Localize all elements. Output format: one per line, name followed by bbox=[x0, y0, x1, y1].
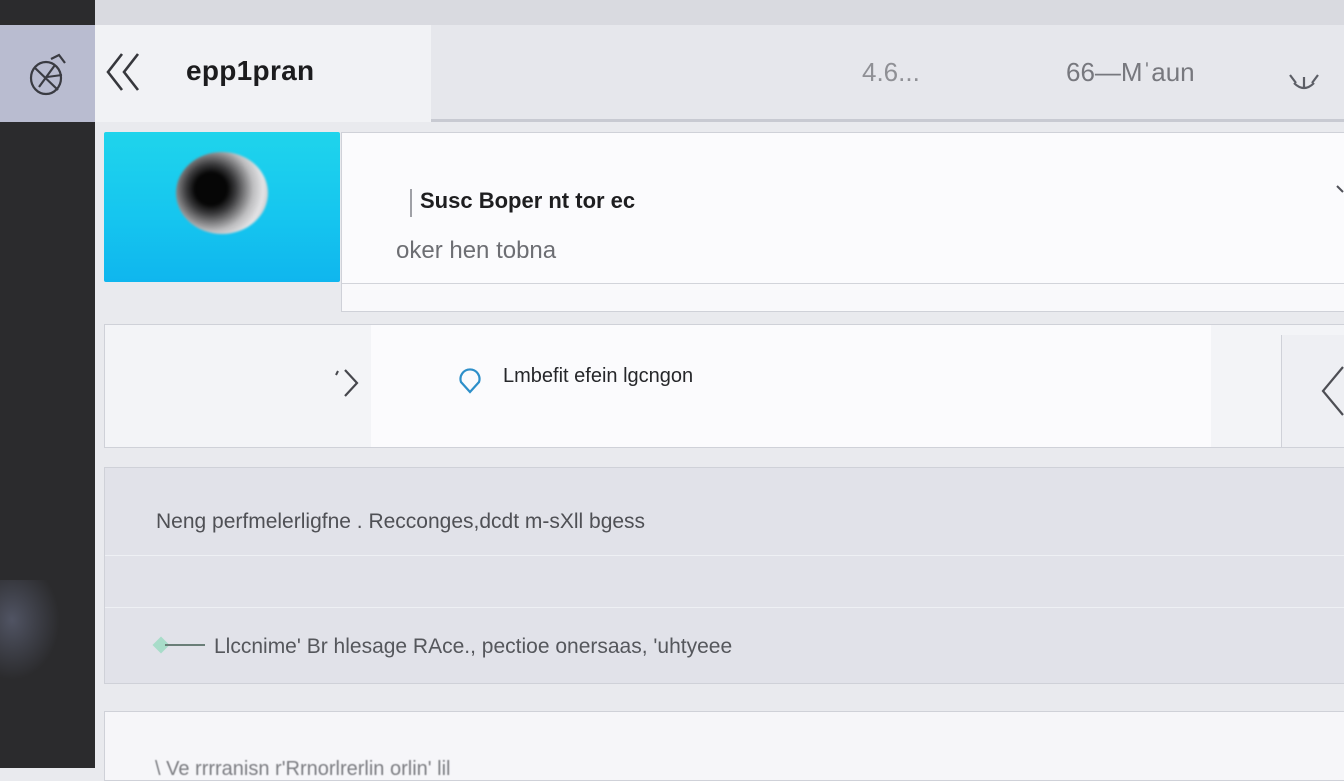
card-location[interactable]: Lmbefit efein lgcngon bbox=[104, 324, 1344, 448]
thumbnail-image bbox=[176, 152, 268, 234]
map-pin-icon bbox=[459, 368, 481, 394]
card-subtitle: oker hen tobna bbox=[396, 237, 557, 264]
card-footer[interactable]: \ Ve rrrranisn r'Rrnorlrerlin orlin' lil bbox=[104, 711, 1344, 781]
card-thumbnail[interactable] bbox=[104, 132, 340, 282]
dropdown-menu-icon bbox=[1289, 74, 1319, 90]
chevron-left-icon bbox=[1321, 366, 1344, 416]
next-button[interactable] bbox=[331, 365, 365, 401]
card-details: Neng perfmelerligfne . Recconges,dcdt m-… bbox=[104, 467, 1344, 684]
header-stat-primary: 4.6... bbox=[862, 57, 920, 87]
previous-button[interactable] bbox=[1281, 335, 1344, 447]
chevron-right-icon bbox=[335, 369, 359, 397]
header-stat-secondary: 66—Mˈaun bbox=[1066, 57, 1195, 87]
card-title: Susc Boper nt tor ec bbox=[420, 188, 636, 213]
back-button[interactable] bbox=[101, 49, 145, 95]
details-row[interactable]: Neng perfmelerligfne . Recconges,dcdt m-… bbox=[105, 468, 1344, 556]
chevron-down-icon[interactable] bbox=[1335, 183, 1344, 195]
top-strip bbox=[95, 0, 1344, 25]
satellite-dish-icon bbox=[29, 53, 66, 95]
app-header: epp1pran 4.6... 66—Mˈaun bbox=[95, 25, 1344, 122]
details-text: Neng perfmelerligfne . Recconges,dcdt m-… bbox=[156, 510, 646, 533]
card-location-highlight bbox=[371, 325, 1211, 447]
text-cursor bbox=[410, 189, 412, 217]
header-menu-button[interactable] bbox=[1284, 65, 1324, 99]
card-primary[interactable]: Susc Boper nt tor ec oker hen tobna bbox=[341, 132, 1344, 312]
double-chevron-left-icon bbox=[106, 53, 140, 91]
app-icon-button[interactable] bbox=[0, 25, 95, 122]
page-title: epp1pran bbox=[186, 55, 315, 86]
location-label: Lmbefit efein lgcngon bbox=[503, 365, 694, 387]
bullet-dash bbox=[165, 644, 205, 646]
card-primary-content: Susc Boper nt tor ec oker hen tobna bbox=[342, 133, 1344, 284]
rail-glow bbox=[0, 580, 60, 680]
details-row-empty bbox=[105, 556, 1344, 608]
details-text: Llccnime' Br hlesage RAce., pectioe oner… bbox=[214, 635, 733, 658]
footer-text: \ Ve rrrranisn r'Rrnorlrerlin orlin' lil bbox=[155, 758, 451, 780]
